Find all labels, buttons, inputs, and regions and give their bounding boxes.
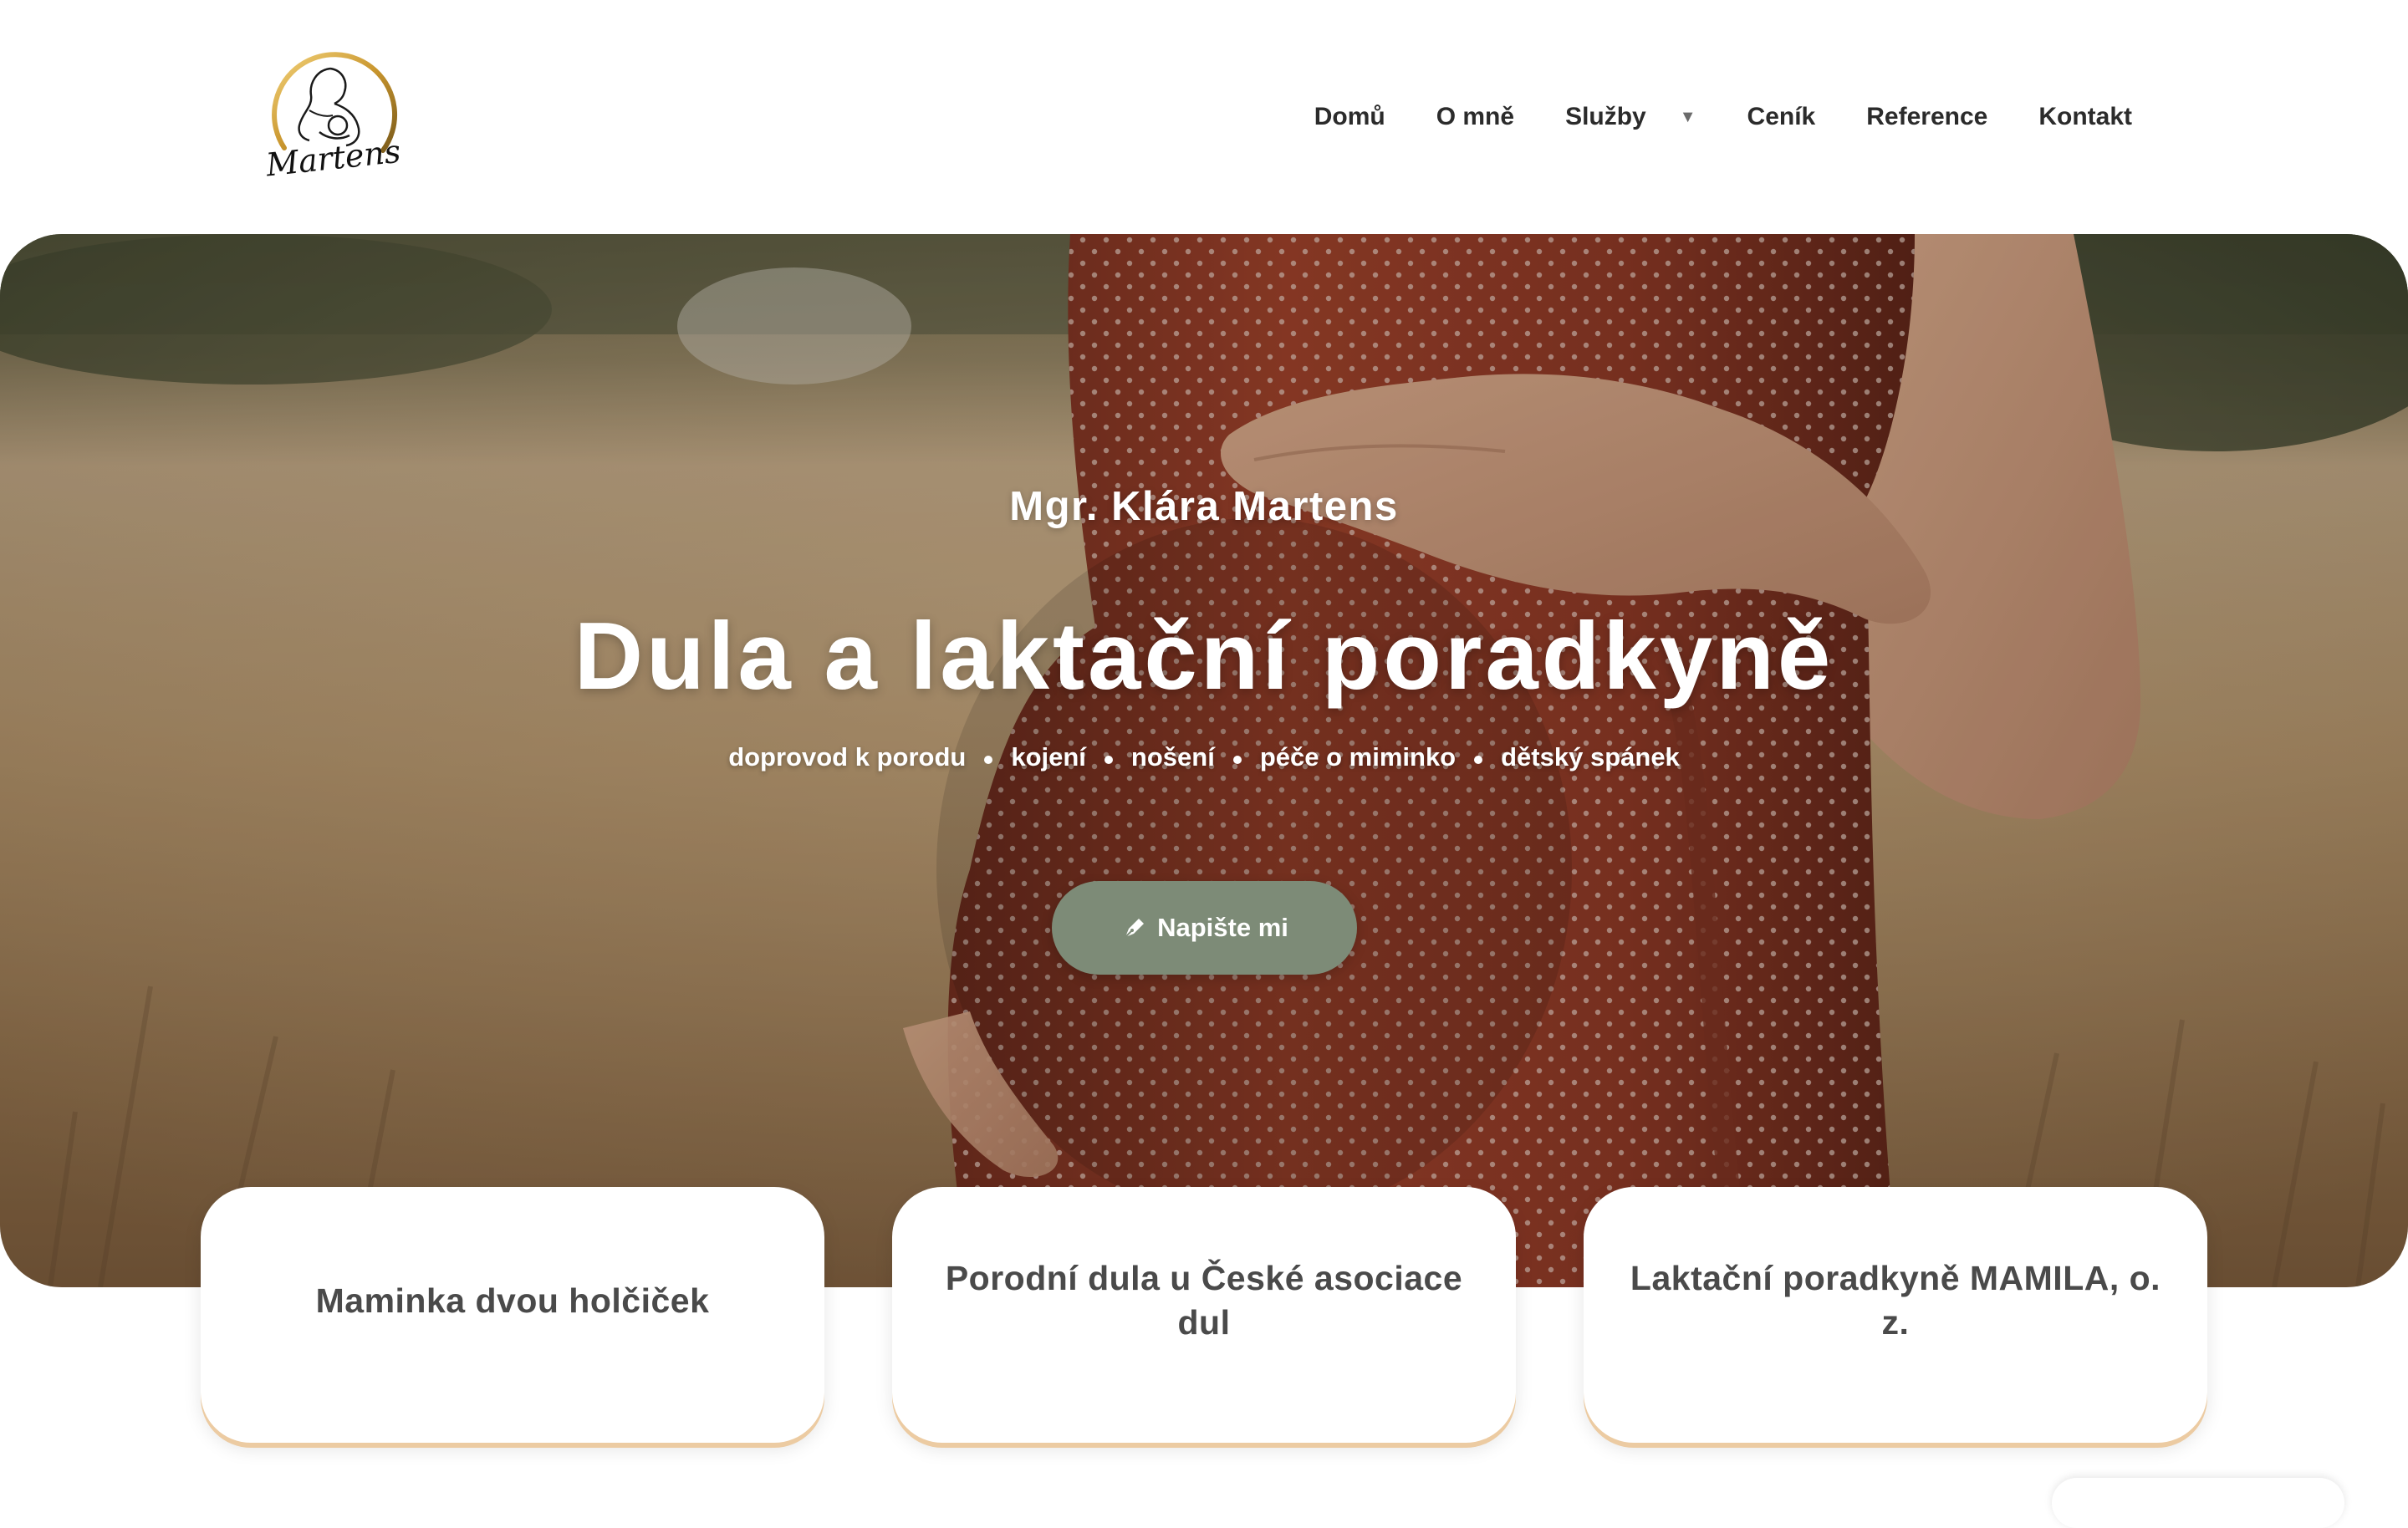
tag-spanek: dětský spánek [1501, 742, 1680, 772]
feature-card-text: Porodní dula u České asociace dul [945, 1259, 1463, 1342]
nav-sluzby[interactable]: Služby ▼ [1565, 103, 1696, 131]
logo-script-text: Martens [263, 133, 402, 184]
tag-pece: péče o miminko [1259, 742, 1457, 772]
nav-reference[interactable]: Reference [1866, 103, 1987, 131]
site-header: Martens Domů O mně Služby ▼ Ceník Refere… [0, 0, 2408, 234]
floating-widget[interactable] [2052, 1478, 2344, 1528]
hero-section: Mgr. Klára Martens Dula a laktační porad… [0, 234, 2408, 1287]
logo[interactable]: Martens [251, 52, 418, 190]
main-nav: Domů O mně Služby ▼ Ceník Reference Kont… [1314, 99, 2132, 135]
feature-card-text: Maminka dvou holčiček [315, 1281, 710, 1320]
contact-me-button[interactable]: Napište mi [1052, 881, 1357, 975]
hero-subtitle: Mgr. Klára Martens [1009, 484, 1399, 529]
tag-doprovod: doprovod k porodu [728, 742, 967, 772]
logo-mother-baby-icon: Martens [263, 52, 402, 184]
nav-domu[interactable]: Domů [1314, 103, 1385, 131]
feature-card-text: Laktační poradkyně MAMILA, o. z. [1630, 1259, 2161, 1342]
chevron-down-icon[interactable]: ▼ [1680, 108, 1696, 127]
feature-card-doula: Porodní dula u České asociace dul [892, 1187, 1516, 1443]
nav-kontakt[interactable]: Kontakt [2038, 103, 2132, 131]
tag-noseni: nošení [1130, 742, 1215, 772]
nav-sluzby-label: Služby [1565, 103, 1646, 130]
hero-title: Dula a laktační poradkyně [574, 604, 1834, 710]
pen-nib-icon [1125, 919, 1145, 938]
nav-o-mne[interactable]: O mně [1436, 103, 1514, 131]
bullet-dot-icon [1232, 756, 1242, 764]
feature-card-mother: Maminka dvou holčiček [201, 1187, 824, 1443]
hero-tags: doprovod k porodu kojení nošení péče o m… [0, 742, 2408, 772]
bullet-dot-icon [1474, 756, 1483, 764]
bullet-dot-icon [1104, 756, 1113, 764]
contact-me-label: Napište mi [1157, 913, 1288, 942]
bullet-dot-icon [984, 756, 993, 764]
feature-card-lactation: Laktační poradkyně MAMILA, o. z. [1584, 1187, 2207, 1443]
tag-kojeni: kojení [1011, 742, 1086, 772]
nav-cenik[interactable]: Ceník [1747, 103, 1816, 131]
